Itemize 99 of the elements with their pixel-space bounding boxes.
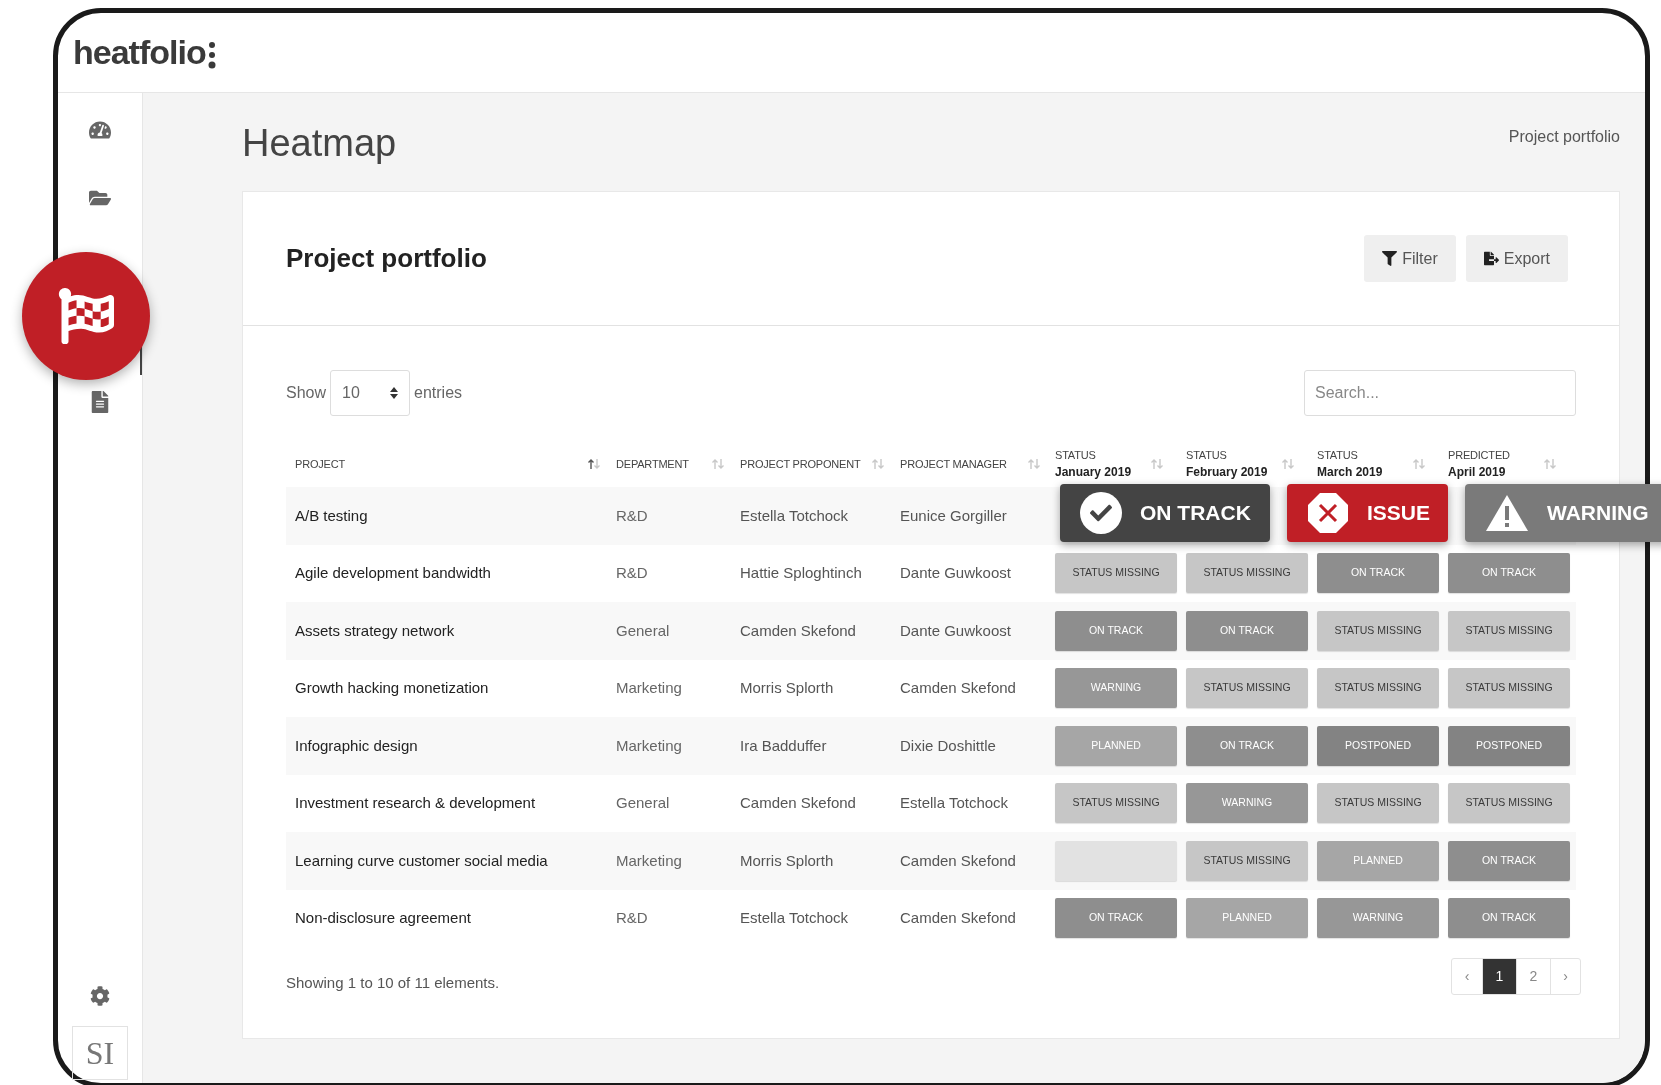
status-badge: STATUS MISSING [1186,668,1308,709]
status-badge: ON TRACK [1186,725,1308,766]
status-badge: ON TRACK [1055,898,1177,939]
card-title: Project portfolio [286,242,487,275]
project-name: Learning curve customer social media [294,850,549,871]
status-badge: STATUS MISSING [1317,783,1439,824]
status-badge: PLANNED [1317,840,1439,881]
status-callout: ON TRACK [1060,484,1270,542]
status-badge: POSTPONED [1317,725,1439,766]
status-badge: WARNING [1055,668,1177,709]
updown-caret-icon [390,387,399,399]
checkered-flag-icon [58,288,114,344]
column-header[interactable]: DEPARTMENT [607,455,731,473]
error-icon [1307,492,1349,534]
proponent-cell-text: Ira Badduffer [739,735,828,756]
column-header[interactable]: STATUS March 2019 [1309,447,1440,481]
previous-page-button[interactable]: ‹ [1452,958,1482,994]
document-icon [89,391,111,413]
export-icon [1483,251,1499,266]
manager-cell-text: Eunice Gorgiller [899,505,1008,526]
status-badge: POSTPONED [1448,725,1570,766]
column-header[interactable]: STATUS January 2019 [1047,447,1178,481]
department-cell-text: Marketing [615,678,683,698]
proponent-cell-text: Morris Splorth [739,850,835,871]
status-badge: WARNING [1317,898,1439,939]
manager-cell-text: Estella Totchock [899,793,1010,813]
entries-label: entries [414,383,463,403]
manager-cell-text: Dante Guwkoost [899,620,1012,641]
export-button[interactable]: Export [1465,235,1568,282]
status-badge: STATUS MISSING [1317,610,1439,651]
department-cell-text: R&D [615,505,649,526]
page-button[interactable]: 1 [1482,958,1516,994]
proponent-cell-text: Camden Skefond [739,793,857,813]
status-badge: ON TRACK [1055,610,1177,651]
status-badge: STATUS MISSING [1448,783,1570,824]
manager-cell-text: Camden Skefond [899,908,1017,928]
status-badge: STATUS MISSING [1186,553,1308,594]
proponent-cell-text: Camden Skefond [739,620,857,641]
entries-select[interactable]: 10 [330,370,411,416]
department-cell-text: Marketing [615,735,683,756]
manager-cell-text: Camden Skefond [899,678,1017,698]
search-field[interactable]: Search... [1304,370,1576,416]
page-button[interactable]: 2 [1516,958,1550,994]
column-header[interactable]: PROJECT MANAGER [891,455,1047,473]
department-cell-text: Marketing [615,850,683,871]
logo-dots-icon [207,40,216,69]
status-badge: ON TRACK [1448,840,1570,881]
next-page-button[interactable]: › [1550,958,1580,994]
dashboard-icon [89,119,111,141]
filter-icon [1382,251,1398,266]
column-header[interactable]: PREDICTED April 2019 [1440,447,1571,481]
settings-icon [90,986,110,1006]
project-name: Agile development bandwidth [294,563,492,583]
status-badge: PLANNED [1055,725,1177,766]
status-callout: ISSUE [1287,484,1448,542]
show-label: Show [286,383,327,403]
project-name: Growth hacking monetization [294,678,490,698]
department-cell-text: R&D [615,908,649,928]
status-badge: STATUS MISSING [1186,840,1308,881]
column-header[interactable]: PROJECT PROPONENT [731,455,891,473]
status-badge: ON TRACK [1317,553,1439,594]
status-badge: STATUS MISSING [1055,553,1177,594]
logo[interactable]: heatfolio [73,27,206,78]
sort-icon[interactable] [587,458,601,470]
project-name: Non-disclosure agreement [294,908,472,928]
proponent-cell-text: Estella Totchock [739,505,850,526]
checkmark-icon [1080,492,1122,534]
table-info: Showing 1 to 10 of 11 elements. [286,972,500,993]
manager-cell-text: Camden Skefond [899,850,1017,871]
column-header[interactable]: PROJECT [286,455,607,473]
manager-cell-text: Dixie Doshittle [899,735,997,756]
column-header[interactable]: STATUS February 2019 [1178,447,1309,481]
proponent-cell-text: Estella Totchock [739,908,850,928]
status-badge: ON TRACK [1186,610,1308,651]
status-badge: STATUS MISSING [1055,783,1177,824]
project-name: A/B testing [294,505,369,526]
warning-icon [1485,494,1529,532]
proponent-cell-text: Morris Splorth [739,678,835,698]
project-name: Investment research & development [294,793,537,813]
project-name: Infographic design [294,735,419,756]
nav-item[interactable] [22,252,150,380]
department-cell-text: General [615,620,671,641]
status-badge: STATUS MISSING [1317,668,1439,709]
department-cell-text: R&D [615,563,649,583]
page-title: Heatmap [242,121,397,165]
status-badge: STATUS MISSING [1448,610,1570,651]
breadcrumb[interactable]: Project portfolio [1508,125,1620,149]
project-name: Assets strategy network [294,620,456,641]
manager-cell-text: Dante Guwkoost [899,563,1012,583]
status-badge: PLANNED [1186,898,1308,939]
user-avatar[interactable]: SI [72,1026,128,1080]
status-badge: ON TRACK [1448,898,1570,939]
status-badge: ON TRACK [1448,553,1570,594]
status-callout: WARNING [1465,484,1661,542]
department-cell-text: General [615,793,671,813]
proponent-cell-text: Hattie Sploghtinch [739,563,863,583]
filter-button[interactable]: Filter [1364,235,1456,282]
status-badge: WARNING [1186,783,1308,824]
status-badge: STATUS MISSING [1448,668,1570,709]
